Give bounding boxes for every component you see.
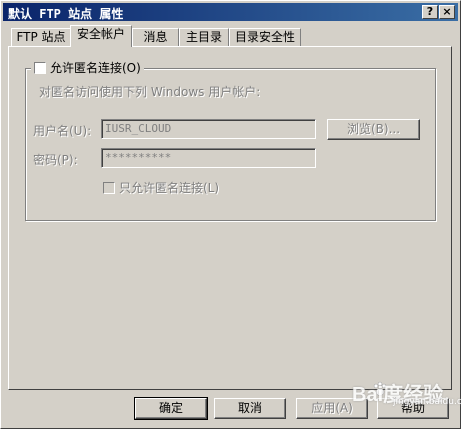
- password-label: 密码(P):: [33, 153, 78, 167]
- anonymous-description: 对匿名访问使用下列 Windows 用户帐户:: [39, 85, 261, 99]
- username-label: 用户名(U):: [33, 124, 92, 138]
- watermark-url: jingyan.baidu.com: [393, 397, 461, 407]
- tab-security-accounts[interactable]: 安全帐户: [70, 25, 132, 47]
- password-input[interactable]: **********: [101, 148, 316, 168]
- window-title: 默认 FTP 站点 属性: [8, 7, 124, 21]
- tab-messages[interactable]: 消息: [132, 28, 179, 46]
- title-bar[interactable]: 默认 FTP 站点 属性 ? ×: [3, 3, 458, 21]
- tab-home-directory[interactable]: 主目录: [179, 28, 229, 46]
- tab-directory-security[interactable]: 目录安全性: [229, 28, 301, 46]
- ok-button[interactable]: 确定: [134, 397, 208, 420]
- allow-anonymous-label: 允许匿名连接(O): [50, 61, 141, 75]
- close-icon[interactable]: ×: [439, 5, 455, 19]
- help-title-button[interactable]: ?: [422, 5, 438, 19]
- tab-ftp-site[interactable]: FTP 站点: [11, 28, 71, 46]
- allow-anonymous-checkbox[interactable]: 允许匿名连接(O): [31, 60, 144, 76]
- only-anonymous-label: 只允许匿名连接(L): [119, 181, 220, 195]
- checkbox-box[interactable]: [34, 62, 46, 74]
- cancel-button[interactable]: 取消: [214, 398, 286, 419]
- only-anonymous-checkbox[interactable]: 只允许匿名连接(L): [103, 179, 219, 196]
- browse-button[interactable]: 浏览(B)...: [327, 119, 420, 140]
- checkbox-box[interactable]: [103, 182, 115, 194]
- username-input[interactable]: IUSR_CLOUD: [101, 119, 316, 139]
